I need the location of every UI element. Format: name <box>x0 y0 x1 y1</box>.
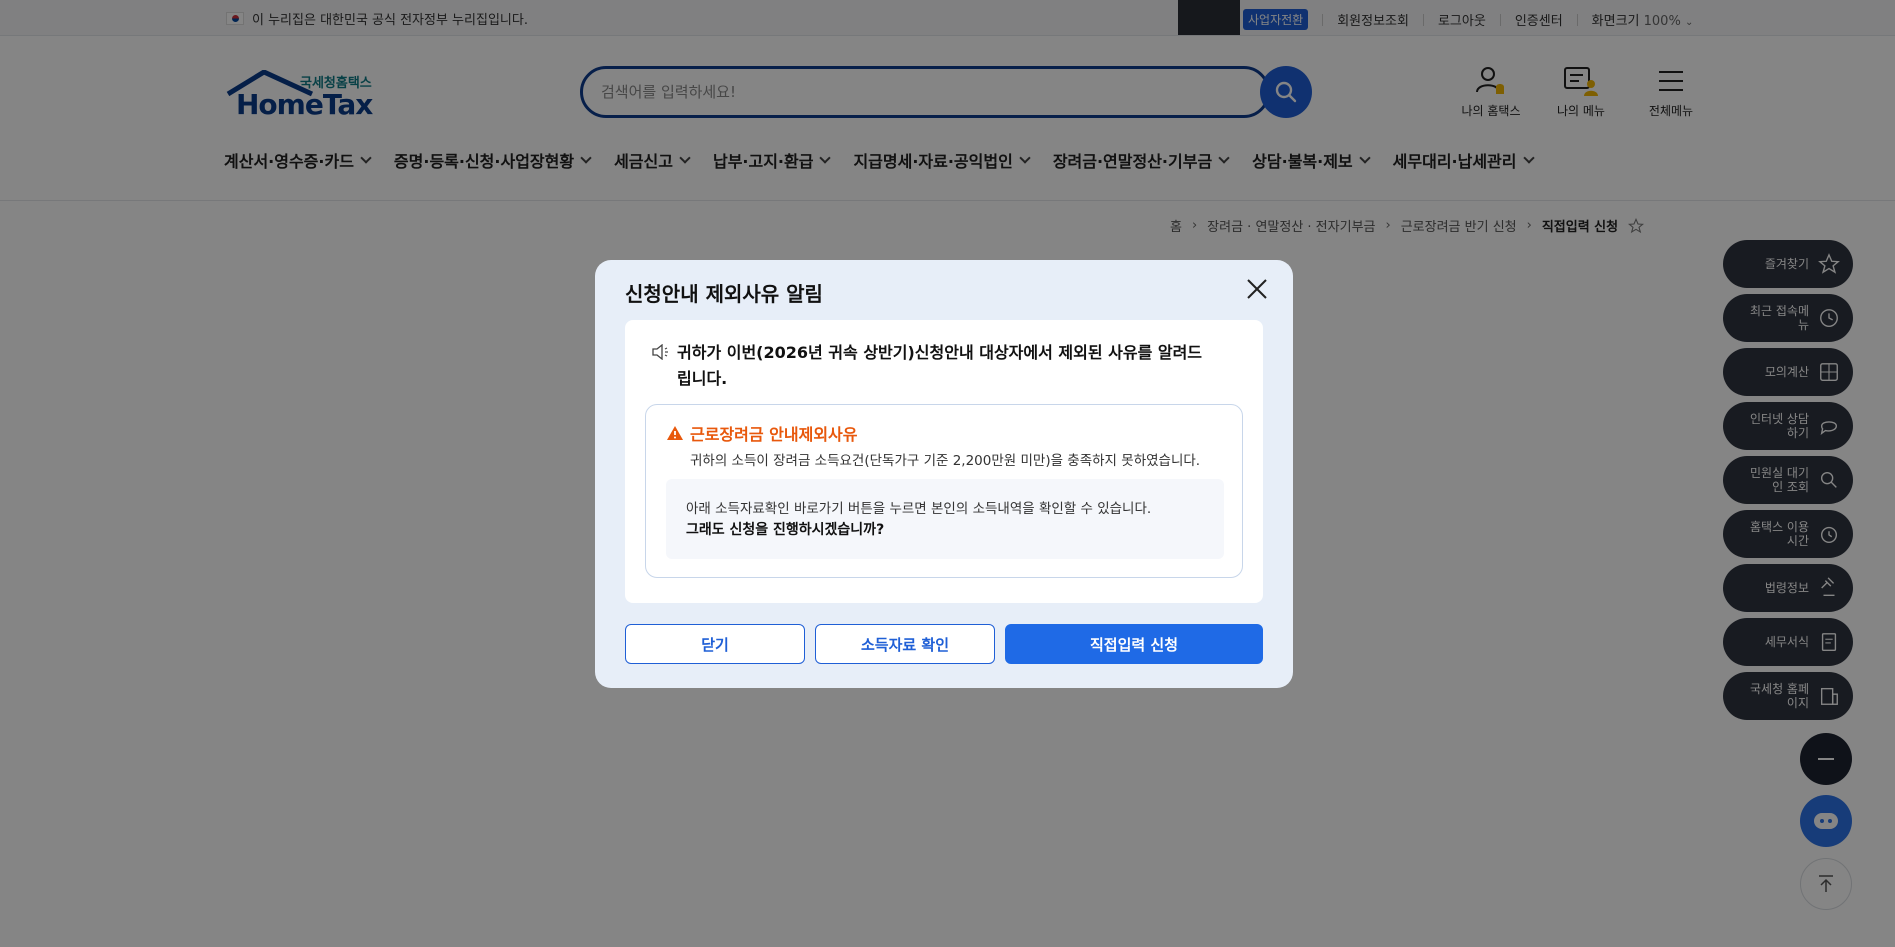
reason-box: 근로장려금 안내제외사유 귀하의 소득이 장려금 소득요건(단독가구 기준 2,… <box>645 404 1243 578</box>
intro-text: 귀하가 이번(2026년 귀속 상반기)신청안내 대상자에서 제외된 사유를 알… <box>677 343 1203 388</box>
intro-message: 귀하가 이번(2026년 귀속 상반기)신청안내 대상자에서 제외된 사유를 알… <box>651 340 1211 392</box>
close-icon[interactable] <box>1243 275 1271 303</box>
speaker-icon <box>652 344 668 360</box>
dialog-body: 귀하가 이번(2026년 귀속 상반기)신청안내 대상자에서 제외된 사유를 알… <box>625 320 1263 603</box>
confirm-question: 그래도 신청을 진행하시겠습니까? <box>686 522 885 538</box>
direct-apply-button[interactable]: 직접입력 신청 <box>1005 624 1263 664</box>
reason-description: 귀하의 소득이 장려금 소득요건(단독가구 기준 2,200만원 미만)을 충족… <box>690 453 1201 469</box>
info-line: 아래 소득자료확인 바로가기 버튼을 누르면 본인의 소득내역을 확인할 수 있… <box>686 501 1152 517</box>
close-button[interactable]: 닫기 <box>625 624 805 664</box>
reason-heading: 근로장려금 안내제외사유 <box>666 421 858 445</box>
exclusion-reason-dialog: 신청안내 제외사유 알림 귀하가 이번(2026년 귀속 상반기)신청안내 대상… <box>595 260 1293 688</box>
warning-icon <box>667 426 683 440</box>
income-check-button[interactable]: 소득자료 확인 <box>815 624 995 664</box>
reason-title-text: 근로장려금 안내제외사유 <box>690 425 858 444</box>
dialog-title: 신청안내 제외사유 알림 <box>625 282 823 306</box>
income-check-info: 아래 소득자료확인 바로가기 버튼을 누르면 본인의 소득내역을 확인할 수 있… <box>666 479 1224 559</box>
